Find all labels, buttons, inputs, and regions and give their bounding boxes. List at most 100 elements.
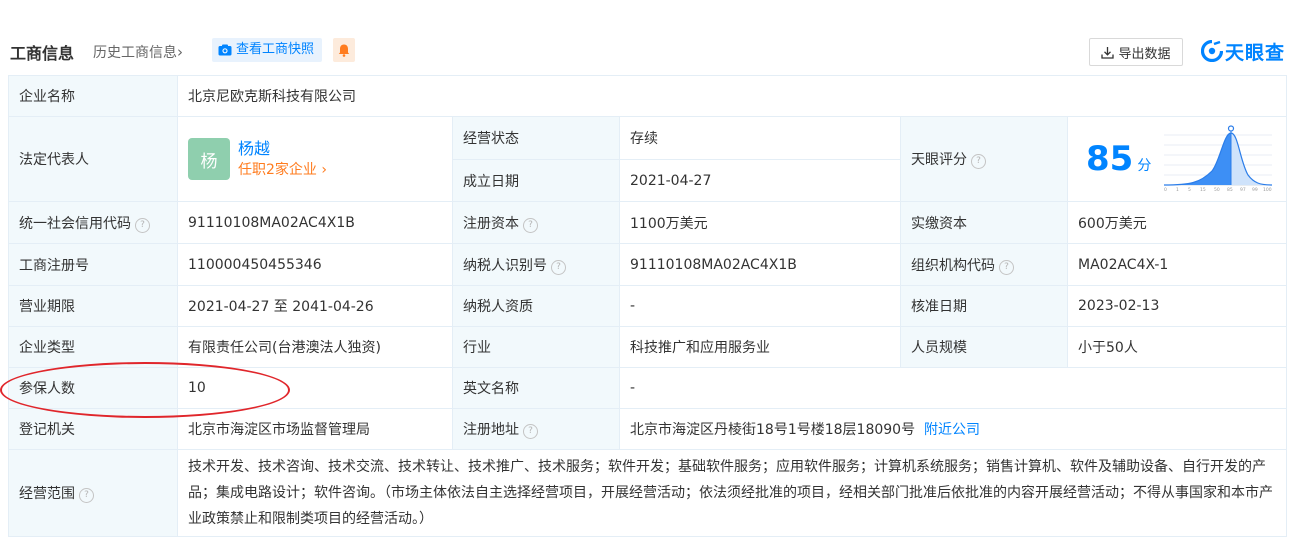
logo-text: 天眼查 bbox=[1225, 41, 1286, 64]
table-row: 参保人数 10 英文名称 - bbox=[8, 367, 1288, 409]
label-company-type: 企业类型 bbox=[8, 326, 178, 368]
help-icon[interactable]: ? bbox=[999, 259, 1014, 275]
view-snapshot-button[interactable]: 查看工商快照 bbox=[212, 38, 323, 62]
label-industry: 行业 bbox=[452, 326, 620, 368]
bell-icon bbox=[338, 44, 350, 57]
score-tick-label: 15 bbox=[1200, 187, 1206, 193]
download-icon bbox=[1101, 46, 1115, 59]
business-info-table: 企业名称 北京尼欧克斯科技有限公司 法定代表人 杨 杨越 任职2家企业 › 经营… bbox=[8, 75, 1288, 537]
label-paid-capital: 实缴资本 bbox=[900, 201, 1068, 244]
chevron-right-icon: › bbox=[321, 162, 327, 178]
section-title: 工商信息 bbox=[10, 44, 75, 63]
value-insured-count: 10 bbox=[177, 367, 453, 409]
label-org-code: 组织机构代码? bbox=[900, 243, 1068, 286]
section-header: 工商信息 历史工商信息› 查看工商快照 导出数据 天眼查 bbox=[0, 36, 1297, 66]
value-english-name: - bbox=[618, 367, 1288, 409]
legal-rep-positions-label: 任职2家企业 bbox=[238, 162, 317, 178]
label-taxpayer-qualification: 纳税人资质 bbox=[452, 285, 620, 327]
value-registered-capital: 1100万美元 bbox=[619, 201, 901, 244]
org-code-label: 组织机构代码 bbox=[911, 257, 995, 274]
value-staff-size: 小于50人 bbox=[1066, 326, 1288, 368]
chevron-right-icon: › bbox=[177, 43, 183, 61]
value-business-term: 2021-04-27 至 2041-04-26 bbox=[177, 285, 453, 327]
taxpayer-id-label: 纳税人识别号 bbox=[463, 257, 547, 274]
tianyancha-logo: 天眼查 bbox=[1201, 37, 1285, 65]
legal-rep-positions-link[interactable]: 任职2家企业 › bbox=[238, 160, 327, 180]
value-paid-capital: 600万美元 bbox=[1066, 201, 1288, 244]
logo-eye-icon bbox=[1201, 40, 1223, 62]
score-tick-label: 97 bbox=[1240, 187, 1246, 193]
score-number: 85 bbox=[1086, 139, 1134, 179]
value-taxpayer-qualification: - bbox=[619, 285, 901, 327]
export-data-button[interactable]: 导出数据 bbox=[1089, 38, 1183, 66]
monitor-bell-button[interactable] bbox=[333, 38, 355, 62]
registered-capital-label: 注册资本 bbox=[463, 215, 519, 232]
value-registration-authority: 北京市海淀区市场监督管理局 bbox=[177, 408, 453, 450]
help-icon[interactable]: ? bbox=[551, 259, 566, 275]
label-credit-code: 统一社会信用代码? bbox=[8, 201, 178, 244]
help-icon[interactable]: ? bbox=[971, 154, 986, 169]
label-business-term: 营业期限 bbox=[8, 285, 178, 327]
score-tick-label: 100 bbox=[1263, 187, 1272, 193]
label-registered-capital: 注册资本? bbox=[452, 201, 620, 244]
label-established-date: 成立日期 bbox=[452, 159, 620, 202]
view-snapshot-label: 查看工商快照 bbox=[236, 42, 315, 57]
score-tick-label: 50 bbox=[1214, 187, 1220, 193]
registered-address-label: 注册地址 bbox=[463, 422, 519, 438]
score-tick-label: 99 bbox=[1252, 187, 1258, 193]
value-registered-address: 北京市海淀区丹棱街18号1号楼18层18090号 附近公司 bbox=[618, 408, 1288, 450]
nearby-companies-link[interactable]: 附近公司 bbox=[924, 422, 980, 438]
camera-icon bbox=[218, 44, 232, 56]
value-credit-code: 91110108MA02AC4X1B bbox=[177, 201, 453, 244]
label-operating-status: 经营状态 bbox=[452, 116, 620, 160]
value-company-type: 有限责任公司(台港澳法人独资) bbox=[177, 326, 453, 368]
value-operating-status: 存续 bbox=[619, 116, 901, 160]
tianyan-score-label: 天眼评分 bbox=[911, 152, 967, 168]
value-established-date: 2021-04-27 bbox=[619, 159, 901, 202]
score-tick-label: 0 bbox=[1164, 187, 1167, 193]
label-business-scope: 经营范围? bbox=[8, 449, 178, 537]
table-row: 经营范围? 技术开发、技术咨询、技术交流、技术转让、技术推广、技术服务；软件开发… bbox=[8, 449, 1288, 537]
value-business-scope: 技术开发、技术咨询、技术交流、技术转让、技术推广、技术服务；软件开发；基础软件服… bbox=[176, 449, 1288, 537]
credit-code-label: 统一社会信用代码 bbox=[19, 215, 131, 232]
legal-rep-avatar[interactable]: 杨 bbox=[188, 138, 230, 180]
help-icon[interactable]: ? bbox=[523, 217, 538, 233]
value-approval-date: 2023-02-13 bbox=[1066, 285, 1288, 327]
label-taxpayer-id: 纳税人识别号? bbox=[452, 243, 620, 286]
history-info-link[interactable]: 历史工商信息› bbox=[93, 42, 183, 62]
label-tianyan-score: 天眼评分? bbox=[900, 116, 1068, 202]
registered-address-text: 北京市海淀区丹棱街18号1号楼18层18090号 bbox=[630, 422, 916, 438]
export-data-label: 导出数据 bbox=[1118, 46, 1171, 62]
help-icon[interactable]: ? bbox=[135, 217, 150, 233]
history-info-label: 历史工商信息 bbox=[93, 45, 177, 61]
table-row: 登记机关 北京市海淀区市场监督管理局 注册地址? 北京市海淀区丹棱街18号1号楼… bbox=[8, 408, 1288, 450]
score-tick-label: 85 bbox=[1227, 187, 1233, 193]
value-legal-rep: 杨 杨越 任职2家企业 › bbox=[177, 116, 453, 202]
label-insured-count: 参保人数 bbox=[8, 367, 178, 409]
value-company-name: 北京尼欧克斯科技有限公司 bbox=[176, 75, 1288, 117]
label-registered-address: 注册地址? bbox=[452, 408, 620, 450]
help-icon[interactable]: ? bbox=[523, 424, 538, 439]
label-company-name: 企业名称 bbox=[8, 75, 178, 117]
label-staff-size: 人员规模 bbox=[900, 326, 1068, 368]
label-approval-date: 核准日期 bbox=[900, 285, 1068, 327]
score-unit: 分 bbox=[1137, 158, 1152, 174]
legal-rep-name-link[interactable]: 杨越 bbox=[238, 138, 327, 160]
score-tick-label: 1 bbox=[1176, 187, 1179, 193]
table-row: 企业名称 北京尼欧克斯科技有限公司 bbox=[8, 75, 1288, 117]
score-distribution-chart: 0 1 5 15 50 85 97 99 100 bbox=[1164, 125, 1273, 193]
score-tick-label: 5 bbox=[1188, 187, 1191, 193]
value-taxpayer-id: 91110108MA02AC4X1B bbox=[619, 243, 901, 286]
value-reg-number: 110000450455346 bbox=[177, 243, 453, 286]
table-row: 营业期限 2021-04-27 至 2041-04-26 纳税人资质 - 核准日… bbox=[8, 285, 1288, 327]
value-industry: 科技推广和应用服务业 bbox=[619, 326, 901, 368]
label-legal-rep: 法定代表人 bbox=[8, 116, 178, 202]
help-icon[interactable]: ? bbox=[79, 488, 94, 503]
table-row: 工商注册号 110000450455346 纳税人识别号? 91110108MA… bbox=[8, 243, 1288, 286]
value-tianyan-score[interactable]: 85 分 0 1 5 15 50 85 97 99 100 bbox=[1066, 116, 1288, 202]
label-registration-authority: 登记机关 bbox=[8, 408, 178, 450]
business-scope-label: 经营范围 bbox=[19, 486, 75, 502]
table-row: 统一社会信用代码? 91110108MA02AC4X1B 注册资本? 1100万… bbox=[8, 201, 1288, 244]
value-org-code: MA02AC4X-1 bbox=[1066, 243, 1288, 286]
table-row: 企业类型 有限责任公司(台港澳法人独资) 行业 科技推广和应用服务业 人员规模 … bbox=[8, 326, 1288, 368]
